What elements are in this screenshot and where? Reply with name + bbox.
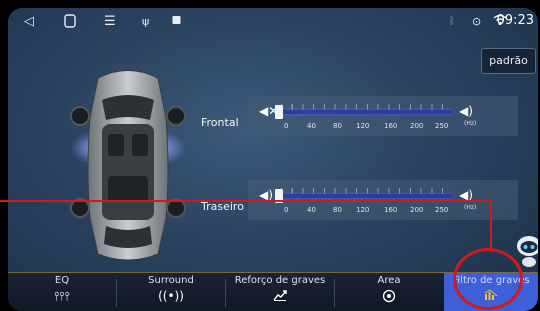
slider-frontal[interactable]: ◀✕ ◀) 0 40 80 120 160 200 250 (Hz) [248, 96, 518, 136]
tab-label: EQ [54, 275, 70, 286]
tick-label: 0 [284, 206, 289, 214]
location-icon: ⊙ [472, 15, 482, 28]
tab-surround[interactable]: Surround ((•)) [117, 273, 225, 311]
preset-default-button[interactable]: padrão [481, 48, 536, 74]
car-top-view [58, 58, 198, 268]
tick-label: 40 [307, 122, 316, 130]
tick-label: 250 [435, 206, 449, 214]
tick-label: 200 [410, 206, 424, 214]
status-bar: ◁ ☰ ψ ᛒ ⊙ 09:23 [8, 8, 538, 36]
tick-label: 120 [356, 206, 370, 214]
slider-track[interactable] [281, 110, 453, 114]
tick-label: 0 [284, 122, 289, 130]
surround-icon: ((•)) [158, 289, 184, 303]
tab-label: Surround [148, 275, 194, 286]
tab-label: Reforço de graves [234, 275, 326, 286]
tab-label: Area [377, 275, 401, 286]
speaker-icon[interactable]: ◀) [459, 104, 473, 118]
tick-label: 200 [410, 122, 424, 130]
zone-label-frontal: Frontal [201, 116, 239, 129]
clock: 09:23 [496, 13, 534, 28]
tab-eq[interactable]: EQ ⫯⫯⫯ [8, 273, 116, 311]
annotation-line [0, 200, 492, 202]
annotation-line [490, 200, 492, 252]
unit-label: (Hz) [464, 204, 477, 211]
tick-label: 160 [384, 122, 398, 130]
equalizer-icon: ⫯⫯⫯ [54, 289, 70, 303]
tick-label: 250 [435, 122, 449, 130]
tick-label: 40 [307, 206, 316, 214]
annotation-circle [453, 248, 523, 310]
area-target-icon [335, 289, 443, 306]
slider-thumb[interactable] [275, 105, 283, 119]
bass-boost-icon [226, 289, 334, 304]
unit-label: (Hz) [464, 120, 477, 127]
tab-area[interactable]: Area [335, 273, 443, 311]
tick-label: 80 [333, 206, 342, 214]
voice-assistant-robot-icon[interactable] [516, 234, 538, 268]
menu-icon[interactable]: ☰ [104, 14, 116, 30]
home-icon[interactable] [64, 14, 76, 30]
slider-track[interactable] [281, 194, 453, 198]
back-icon[interactable]: ◁ [24, 14, 34, 30]
tick-label: 80 [333, 122, 342, 130]
tick-label: 120 [356, 122, 370, 130]
bluetooth-icon: ᛒ [449, 16, 455, 27]
tick-label: 160 [384, 206, 398, 214]
usb-icon: ψ [142, 15, 150, 28]
media-icon [172, 14, 181, 30]
tab-bass-boost[interactable]: Reforço de graves [226, 273, 334, 311]
